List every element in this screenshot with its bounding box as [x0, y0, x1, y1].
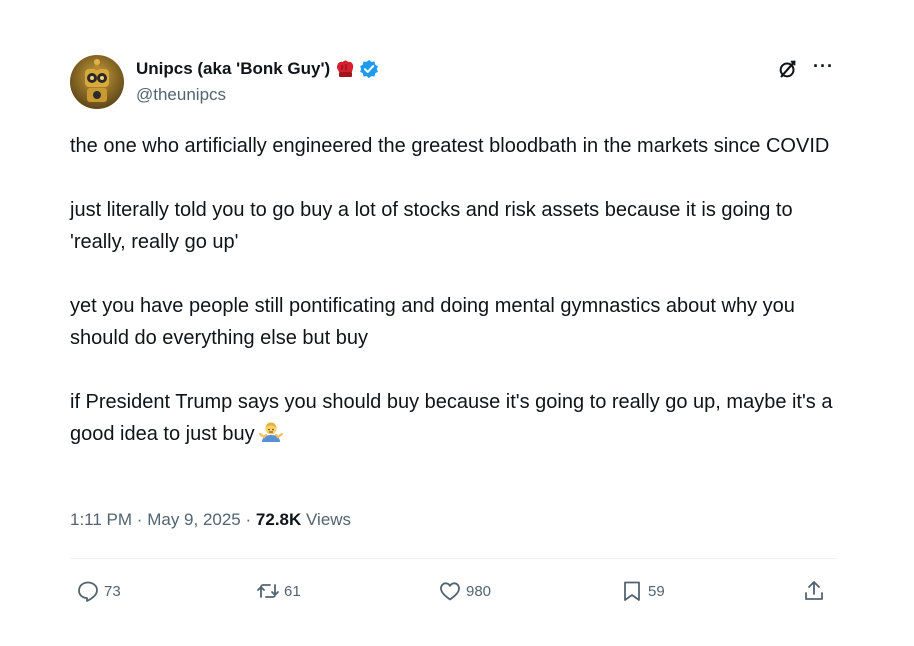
tweet-paragraph-1: the one who artificially engineered the … — [70, 135, 830, 157]
verified-badge-icon[interactable] — [359, 59, 379, 79]
reply-icon — [78, 581, 98, 602]
bookmark-icon — [624, 581, 640, 601]
tweet-paragraph-2: just literally told you to go buy a lot … — [70, 199, 793, 253]
meta-separator: · — [245, 510, 252, 529]
boxing-glove-icon — [337, 60, 354, 77]
tweet-meta: 1:11 PM · May 9, 2025 · 72.8K Views — [70, 510, 351, 530]
reply-count: 73 — [104, 582, 121, 600]
bookmark-count: 59 — [648, 582, 665, 600]
tweet-card: Unipcs (aka 'Bonk Guy') @theunipcs ··· t… — [0, 0, 914, 646]
tweet-paragraph-4-text: if President Trump says you should buy b… — [70, 391, 833, 445]
views-label: Views — [306, 510, 352, 529]
tweet-paragraph-3: yet you have people still pontificating … — [70, 295, 795, 349]
repost-count: 61 — [284, 582, 301, 600]
divider — [70, 558, 836, 559]
share-icon — [805, 581, 823, 600]
robot-avatar-icon — [85, 59, 109, 102]
more-options-icon[interactable]: ··· — [813, 57, 834, 75]
author-name-row: Unipcs (aka 'Bonk Guy') — [136, 58, 379, 80]
like-button[interactable]: 980 — [438, 576, 491, 606]
like-count: 980 — [466, 582, 492, 600]
tweet-actions-bar: 73 61 980 59 — [76, 576, 828, 606]
display-name[interactable]: Unipcs (aka 'Bonk Guy') — [136, 59, 330, 79]
tweet-paragraph-4: if President Trump says you should buy b… — [70, 386, 850, 450]
avatar[interactable] — [70, 55, 124, 109]
reply-button[interactable]: 73 — [76, 576, 121, 606]
repost-icon — [257, 584, 279, 598]
author-handle[interactable]: @theunipcs — [136, 85, 226, 105]
man-shrugging-emoji-icon — [258, 422, 283, 442]
tweet-date[interactable]: May 9, 2025 — [147, 510, 241, 529]
meta-separator: · — [136, 510, 143, 529]
bookmark-button[interactable]: 59 — [620, 576, 665, 606]
repost-button[interactable]: 61 — [256, 576, 301, 606]
tweet-text: the one who artificially engineered the … — [70, 130, 850, 450]
views-count: 72.8K — [255, 510, 302, 529]
share-button[interactable] — [802, 576, 830, 606]
tweet-top-actions: ··· — [777, 57, 834, 80]
tweet-time[interactable]: 1:11 PM — [70, 510, 132, 529]
grok-icon[interactable] — [777, 58, 799, 80]
heart-icon — [440, 582, 460, 601]
